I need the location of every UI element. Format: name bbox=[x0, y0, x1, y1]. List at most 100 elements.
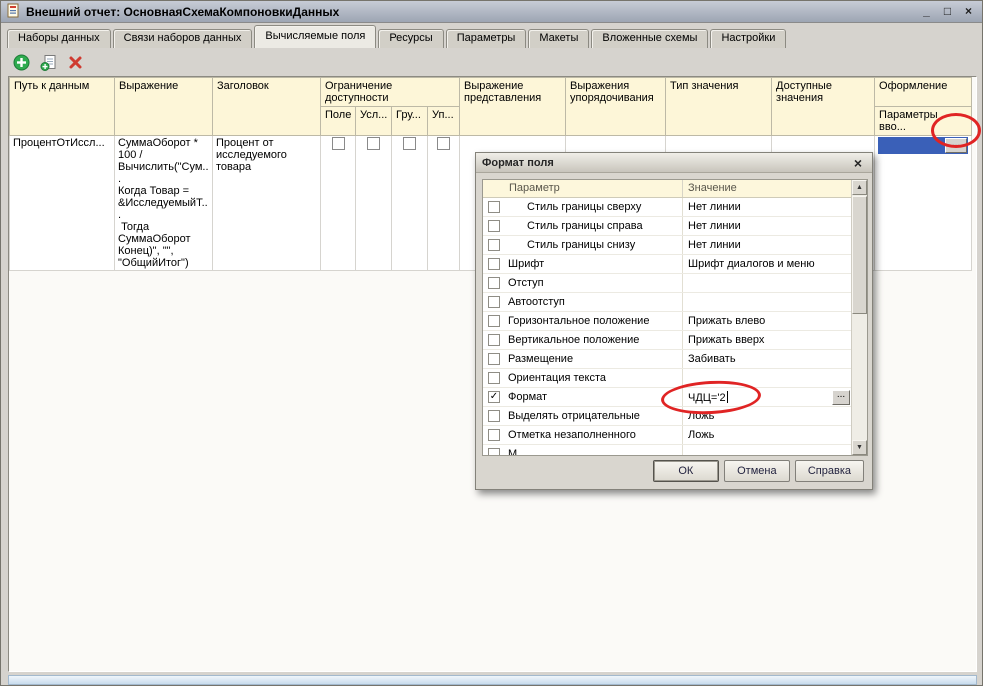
col-header-order: Уп... bbox=[428, 107, 460, 136]
tab-resources[interactable]: Ресурсы bbox=[378, 29, 443, 48]
param-label: Размещение bbox=[505, 350, 683, 368]
dialog-titlebar[interactable]: Формат поля × bbox=[476, 153, 872, 173]
param-value[interactable]: Шрифт диалогов и меню bbox=[683, 258, 851, 270]
help-button[interactable]: Справка bbox=[795, 460, 864, 482]
format-ellipsis-button[interactable]: ... bbox=[832, 390, 850, 405]
maximize-button[interactable]: □ bbox=[939, 4, 956, 20]
appearance-ellipsis-button[interactable]: ... bbox=[945, 138, 967, 153]
tab-settings[interactable]: Настройки bbox=[710, 29, 786, 48]
order-checkbox[interactable] bbox=[437, 137, 450, 150]
col-header-value-type: Тип значения bbox=[666, 78, 772, 136]
app-icon bbox=[6, 3, 21, 21]
close-button[interactable]: × bbox=[960, 4, 977, 20]
format-parameters-table: Параметр Значение Стиль границы сверху Н… bbox=[482, 179, 868, 456]
window-title: Внешний отчет: ОсновнаяСхемаКомпоновкиДа… bbox=[26, 5, 918, 19]
param-value[interactable]: Ложь bbox=[683, 410, 851, 422]
row-checkbox[interactable] bbox=[488, 277, 500, 289]
minimize-button[interactable]: _ bbox=[918, 4, 935, 20]
row-checkbox[interactable] bbox=[488, 448, 500, 455]
add-copy-button[interactable] bbox=[38, 52, 58, 72]
param-value[interactable]: Прижать влево bbox=[683, 315, 851, 327]
cell-data-path[interactable]: ПроцентОтИссл... bbox=[10, 136, 115, 271]
param-label: Стиль границы сверху bbox=[505, 198, 683, 216]
col-header-title: Заголовок bbox=[213, 78, 321, 136]
cell-title[interactable]: Процент от исследуемого товара bbox=[213, 136, 321, 271]
param-row[interactable]: Автоотступ bbox=[483, 293, 851, 312]
param-row[interactable]: Отметка незаполненного Ложь bbox=[483, 426, 851, 445]
row-checkbox[interactable] bbox=[488, 258, 500, 270]
param-value[interactable]: Нет линии bbox=[683, 201, 851, 213]
row-checkbox[interactable] bbox=[488, 429, 500, 441]
row-checkbox[interactable] bbox=[488, 372, 500, 384]
col-header-availability-restriction: Ограничение доступности bbox=[321, 78, 460, 107]
scroll-up-icon[interactable]: ▲ bbox=[852, 180, 867, 195]
param-row[interactable]: Выделять отрицательные Ложь bbox=[483, 407, 851, 426]
param-row[interactable]: Стиль границы справа Нет линии bbox=[483, 217, 851, 236]
param-value[interactable]: Прижать вверх bbox=[683, 334, 851, 346]
param-row-format[interactable]: ✓ Формат ЧДЦ='2 ... bbox=[483, 388, 851, 407]
tab-parameters[interactable]: Параметры bbox=[446, 29, 527, 48]
tab-layouts[interactable]: Макеты bbox=[528, 29, 589, 48]
param-value[interactable]: Нет линии bbox=[683, 239, 851, 251]
param-row[interactable]: М... bbox=[483, 445, 851, 455]
row-checkbox[interactable] bbox=[488, 201, 500, 213]
row-checkbox[interactable] bbox=[488, 334, 500, 346]
param-label: Шрифт bbox=[505, 255, 683, 273]
col-header-condition: Усл... bbox=[356, 107, 392, 136]
param-row[interactable]: Отступ bbox=[483, 274, 851, 293]
cell-appearance[interactable]: ... bbox=[875, 136, 972, 271]
cell-expression[interactable]: СуммаОборот * 100 / Вычислить("Сум... Ко… bbox=[115, 136, 213, 271]
scroll-down-icon[interactable]: ▼ bbox=[852, 440, 867, 455]
row-checkbox[interactable] bbox=[488, 239, 500, 251]
condition-checkbox[interactable] bbox=[367, 137, 380, 150]
tab-nested-schemas[interactable]: Вложенные схемы bbox=[591, 29, 708, 48]
window-titlebar[interactable]: Внешний отчет: ОсновнаяСхемаКомпоновкиДа… bbox=[1, 1, 982, 23]
param-label: М... bbox=[505, 445, 683, 455]
app-window: Внешний отчет: ОсновнаяСхемаКомпоновкиДа… bbox=[0, 0, 983, 686]
cancel-button[interactable]: Отмена bbox=[724, 460, 790, 482]
param-row[interactable]: Стиль границы сверху Нет линии bbox=[483, 198, 851, 217]
cell-group-restriction[interactable] bbox=[392, 136, 428, 271]
delete-button[interactable] bbox=[65, 52, 85, 72]
param-row[interactable]: Стиль границы снизу Нет линии bbox=[483, 236, 851, 255]
field-checkbox[interactable] bbox=[332, 137, 345, 150]
param-value[interactable]: Забивать bbox=[683, 353, 851, 365]
param-row[interactable]: Размещение Забивать bbox=[483, 350, 851, 369]
col-header-presentation-expression: Выражение представления bbox=[460, 78, 566, 136]
parameters-table-header: Параметр Значение bbox=[483, 180, 867, 198]
appearance-selected-cell[interactable]: ... bbox=[878, 137, 968, 154]
ok-button[interactable]: ОК bbox=[653, 460, 719, 482]
group-checkbox[interactable] bbox=[403, 137, 416, 150]
param-label: Стиль границы снизу bbox=[505, 236, 683, 254]
horizontal-scrollbar[interactable] bbox=[8, 675, 977, 685]
add-button[interactable] bbox=[11, 52, 31, 72]
tab-data-set-links[interactable]: Связи наборов данных bbox=[113, 29, 253, 48]
param-row[interactable]: Ориентация текста bbox=[483, 369, 851, 388]
format-checkbox[interactable]: ✓ bbox=[488, 391, 500, 403]
format-field-dialog: Формат поля × Параметр Значение Стиль гр… bbox=[475, 152, 873, 490]
format-value-input[interactable]: ЧДЦ='2 bbox=[683, 391, 832, 404]
cell-condition-restriction[interactable] bbox=[356, 136, 392, 271]
col-header-input-parameters: Параметры вво... bbox=[875, 107, 972, 136]
dialog-close-button[interactable]: × bbox=[850, 155, 866, 171]
param-value[interactable]: Нет линии bbox=[683, 220, 851, 232]
vertical-scrollbar[interactable]: ▲ ▼ bbox=[851, 180, 867, 455]
row-checkbox[interactable] bbox=[488, 410, 500, 422]
cell-order-restriction[interactable] bbox=[428, 136, 460, 271]
row-checkbox[interactable] bbox=[488, 353, 500, 365]
row-checkbox[interactable] bbox=[488, 220, 500, 232]
row-checkbox[interactable] bbox=[488, 315, 500, 327]
param-label: Стиль границы справа bbox=[505, 217, 683, 235]
cell-field-restriction[interactable] bbox=[321, 136, 356, 271]
tab-calculated-fields[interactable]: Вычисляемые поля bbox=[254, 25, 376, 48]
tab-data-sets[interactable]: Наборы данных bbox=[7, 29, 111, 48]
param-row[interactable]: Шрифт Шрифт диалогов и меню bbox=[483, 255, 851, 274]
delete-icon bbox=[68, 55, 83, 70]
param-row[interactable]: Горизонтальное положение Прижать влево bbox=[483, 312, 851, 331]
col-header-available-values: Доступные значения bbox=[772, 78, 875, 136]
col-header-value: Значение bbox=[683, 180, 867, 197]
row-checkbox[interactable] bbox=[488, 296, 500, 308]
param-row[interactable]: Вертикальное положение Прижать вверх bbox=[483, 331, 851, 350]
scrollbar-thumb[interactable] bbox=[852, 196, 867, 314]
param-value[interactable]: Ложь bbox=[683, 429, 851, 441]
